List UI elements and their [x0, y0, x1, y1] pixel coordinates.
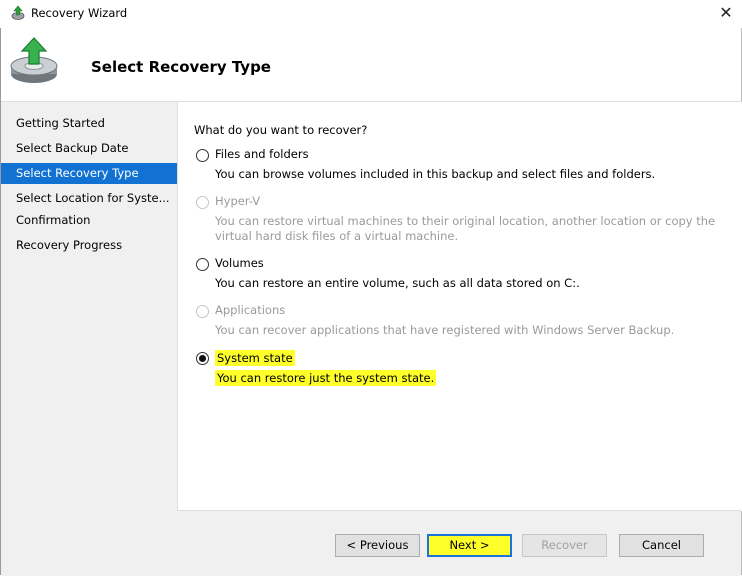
recover-button: Recover — [522, 534, 607, 557]
close-icon[interactable]: ✕ — [712, 2, 740, 24]
nav-item-getting-started[interactable]: Getting Started — [1, 113, 177, 134]
option-description: You can restore just the system state. — [215, 370, 720, 386]
nav-item-confirmation[interactable]: Confirmation — [1, 210, 177, 231]
option-label: Hyper-V — [215, 194, 261, 208]
button-bar: < Previous Next > Recover Cancel — [177, 510, 741, 576]
radio-volumes[interactable] — [196, 258, 209, 271]
backup-restore-icon — [10, 37, 58, 83]
nav-item-select-recovery-type[interactable]: Select Recovery Type — [1, 163, 177, 184]
highlighted-description: You can restore just the system state. — [215, 370, 437, 386]
option-description: You can restore an entire volume, such a… — [215, 276, 580, 290]
window-title: Recovery Wizard — [31, 6, 128, 20]
wizard-header: Select Recovery Type — [1, 28, 741, 101]
previous-button[interactable]: < Previous — [335, 534, 420, 557]
cancel-button[interactable]: Cancel — [619, 534, 704, 557]
radio-hyper-v — [196, 196, 209, 209]
option-description: You can restore virtual machines to thei… — [215, 214, 716, 243]
option-description: You can browse volumes included in this … — [215, 167, 656, 181]
radio-system-state[interactable] — [196, 352, 209, 365]
nav-item-recovery-progress[interactable]: Recovery Progress — [1, 235, 177, 256]
option-label[interactable]: Files and folders — [215, 147, 309, 161]
question-label: What do you want to recover? — [194, 123, 368, 137]
title-bar[interactable]: Recovery Wizard ✕ — [0, 0, 742, 28]
nav-item-select-location[interactable]: Select Location for Syste... — [1, 188, 177, 209]
option-label: Applications — [215, 303, 286, 317]
radio-files-and-folders[interactable] — [196, 149, 209, 162]
main-content: What do you want to recover? Files and f… — [177, 101, 742, 511]
option-label[interactable]: Volumes — [215, 256, 264, 270]
nav-item-select-backup-date[interactable]: Select Backup Date — [1, 138, 177, 159]
wizard-step-nav: Getting Started Select Backup Date Selec… — [1, 101, 177, 576]
page-title: Select Recovery Type — [91, 58, 271, 76]
radio-applications — [196, 305, 209, 318]
wizard-app-icon — [11, 5, 25, 20]
option-description: You can recover applications that have r… — [215, 323, 675, 337]
next-button[interactable]: Next > — [427, 534, 512, 557]
option-label[interactable]: System state — [215, 350, 295, 366]
